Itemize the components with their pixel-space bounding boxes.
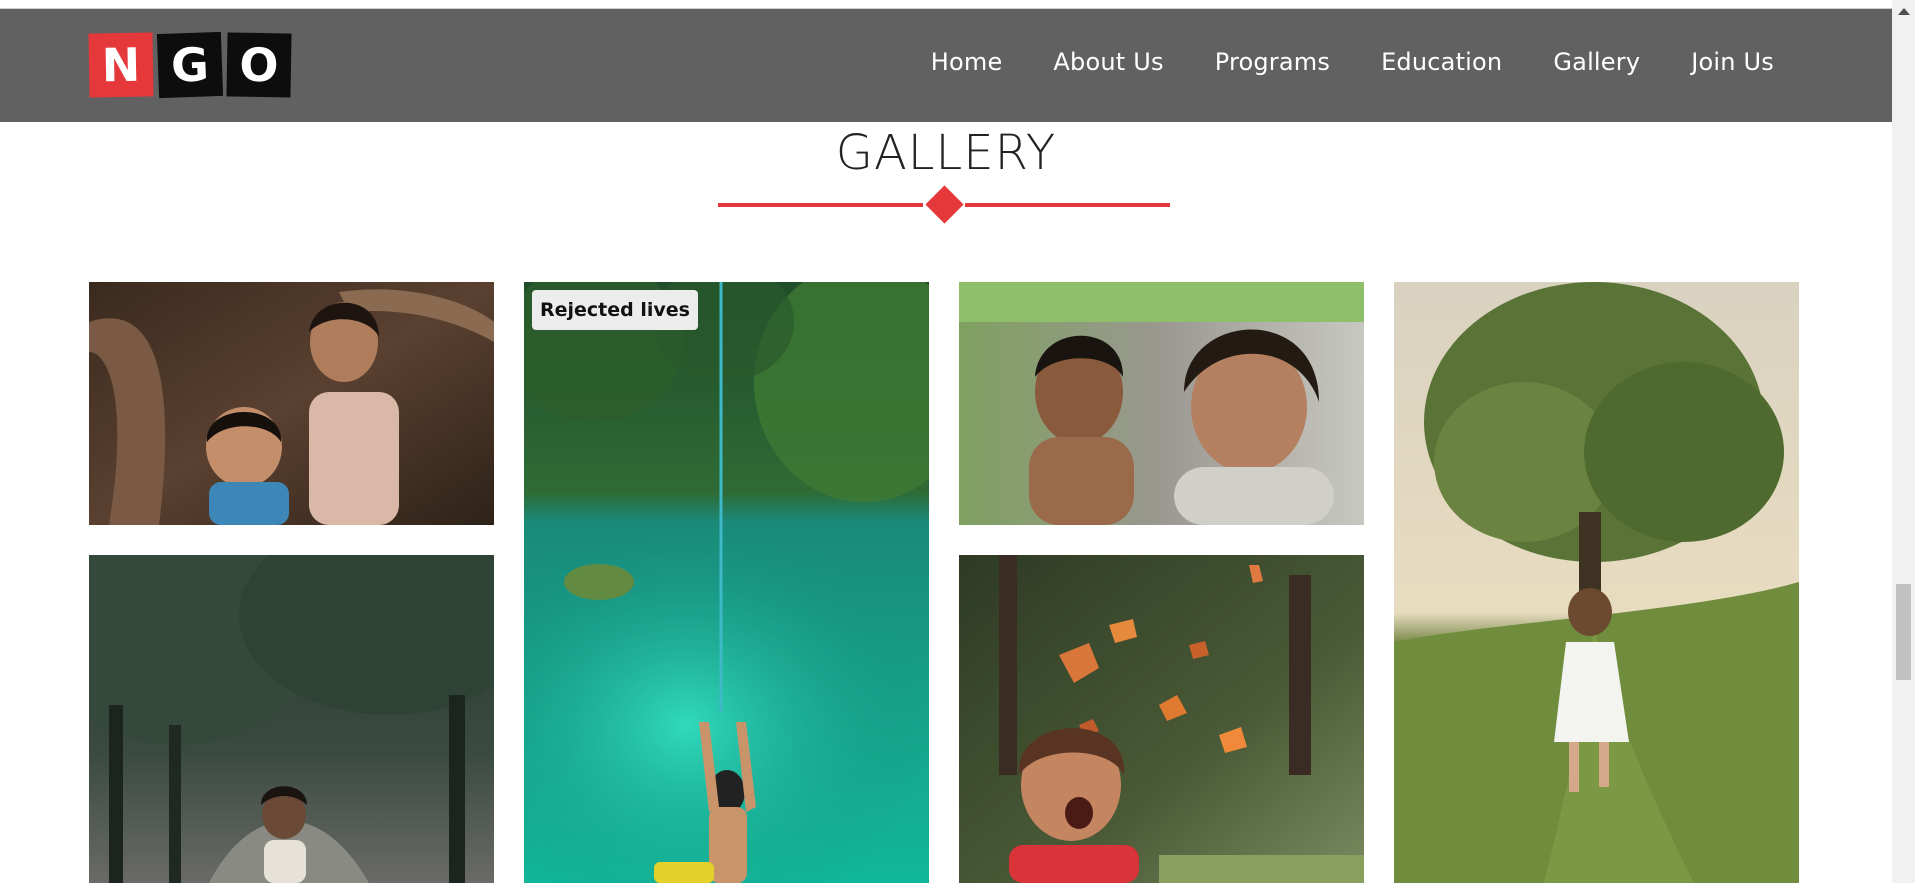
nav-join-us[interactable]: Join Us: [1691, 48, 1774, 76]
scrollbar-thumb[interactable]: [1896, 584, 1911, 680]
gallery-photo-1[interactable]: [89, 282, 494, 525]
title-divider-left: [718, 203, 923, 207]
nav-programs[interactable]: Programs: [1215, 48, 1330, 76]
main-nav: Home About Us Programs Education Gallery…: [931, 48, 1774, 76]
girl-running-in-field-image: [1394, 282, 1799, 883]
nav-about-us[interactable]: About Us: [1053, 48, 1163, 76]
laughing-child-leaves-image: [959, 555, 1364, 883]
ngo-logo[interactable]: N G O: [88, 31, 292, 99]
scroll-up-arrow-icon[interactable]: [1898, 8, 1910, 15]
boy-and-girl-smiling-image: [959, 282, 1364, 525]
gallery-photo-6[interactable]: [959, 555, 1364, 883]
nav-gallery[interactable]: Gallery: [1553, 48, 1640, 76]
site-header: N G O Home About Us Programs Education G…: [0, 9, 1892, 122]
logo-letter-n: N: [88, 32, 154, 98]
gallery-photo-3[interactable]: [959, 282, 1364, 525]
gallery-photo-5[interactable]: [89, 555, 494, 883]
gallery-title: GALLERY: [835, 125, 1057, 181]
child-in-forest-path-image: [89, 555, 494, 883]
turquoise-pool-rope-swing-image: [524, 282, 929, 883]
browser-top-edge: [0, 0, 1892, 9]
logo-letter-g: G: [156, 31, 224, 99]
gallery-photo-4[interactable]: [1394, 282, 1799, 883]
nav-home[interactable]: Home: [931, 48, 1003, 76]
photo-caption-tag: Rejected lives: [532, 290, 698, 330]
title-divider-right: [965, 203, 1170, 207]
logo-letter-o: O: [226, 32, 292, 98]
gallery-photo-2[interactable]: Rejected lives: [524, 282, 929, 883]
two-children-smiling-image: [89, 282, 494, 525]
nav-education[interactable]: Education: [1381, 48, 1502, 76]
vertical-scrollbar[interactable]: [1892, 0, 1915, 883]
title-divider-diamond: [925, 185, 964, 224]
